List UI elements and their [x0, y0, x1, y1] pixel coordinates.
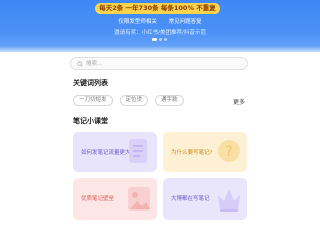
tagline-item: 仅限发型师相关	[118, 19, 157, 25]
carousel-dot[interactable]	[159, 38, 162, 41]
keywords-section-title: 关键词列表	[73, 79, 108, 87]
promo-banner[interactable]: 每天2条 一年730条 每条100% 不重复 仅限发型师相关 常见问题答复 邀请…	[0, 0, 320, 52]
keyword-tag[interactable]: 通字款	[155, 95, 184, 106]
note-card-label: 如何发笔记流量更大	[81, 150, 131, 156]
carousel-dot-active[interactable]	[152, 38, 157, 41]
crown-icon	[218, 189, 240, 212]
keyword-tag[interactable]: 一刀切短发	[73, 95, 113, 106]
note-card-why[interactable]: 为什么要写笔记? ?	[163, 132, 247, 172]
question-icon: ?	[218, 140, 240, 162]
promo-pill: 每天2条 一年730条 每条100% 不重复	[95, 3, 220, 14]
notes-section-title: 笔记小课堂	[73, 117, 108, 125]
note-card-traffic[interactable]: 如何发笔记流量更大	[73, 132, 157, 172]
search-icon	[77, 60, 83, 67]
tagline-item: 常见问题答复	[168, 19, 202, 25]
banner-fade	[0, 46, 320, 56]
note-card-label: 为什么要写笔记?	[171, 150, 213, 156]
note-card-label: 优质笔记壁垒	[81, 196, 115, 202]
banner-invite-text: 邀请有奖：小红书/美团推荐/抖音示范	[114, 30, 206, 36]
keyword-tag-list: 一刀切短发 定位烫 通字款	[73, 95, 184, 106]
note-card-label: 大博都在写笔记	[171, 196, 210, 202]
carousel-indicator[interactable]	[152, 38, 167, 41]
search-bar[interactable]	[70, 57, 248, 70]
note-card-bloggers[interactable]: 大博都在写笔记	[163, 178, 247, 220]
document-icon	[129, 139, 147, 163]
carousel-dot[interactable]	[164, 38, 167, 41]
keyword-tag[interactable]: 定位烫	[119, 95, 149, 106]
search-input[interactable]	[86, 58, 236, 69]
svg-text:?: ?	[225, 144, 232, 160]
banner-tagline: 仅限发型师相关 常见问题答复	[0, 17, 320, 25]
image-icon	[128, 187, 150, 211]
note-card-quality[interactable]: 优质笔记壁垒	[73, 178, 157, 220]
more-keywords-link[interactable]: 更多	[233, 97, 245, 106]
